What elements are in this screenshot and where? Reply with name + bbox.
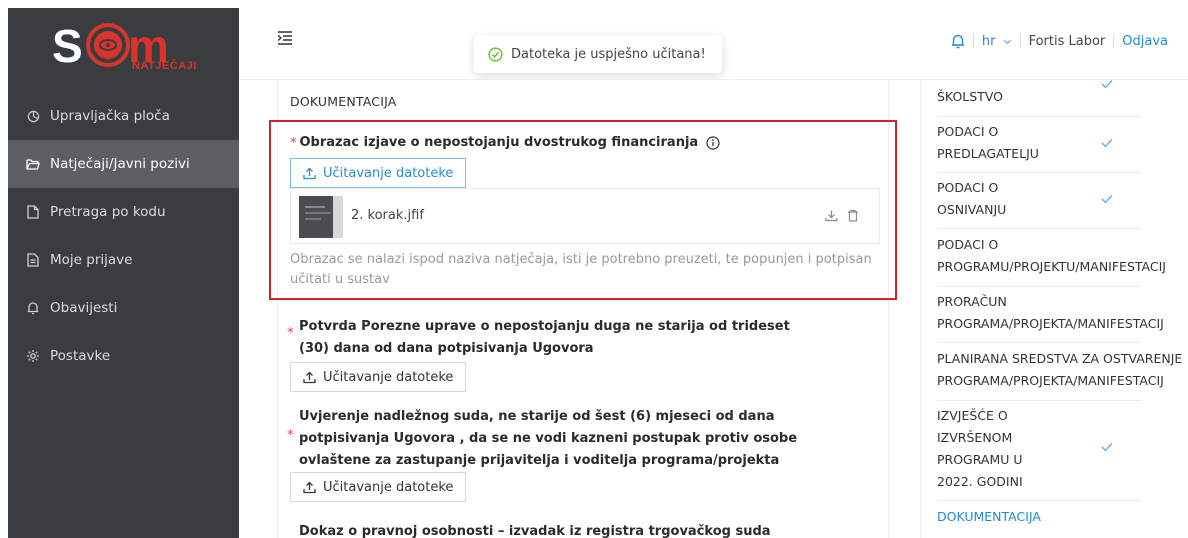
divider xyxy=(937,342,1141,343)
upload-icon xyxy=(303,481,316,494)
step-podaci-predlagatelj[interactable]: PODACI O PREDLAGATELJU xyxy=(937,121,1188,165)
step-label: IZVRŠENOM xyxy=(937,430,1013,445)
chevron-down-icon xyxy=(1003,39,1012,45)
step-label: PROGRAMU/PROJEKTU/MANIFESTACIJ xyxy=(937,259,1166,274)
field-label-line: (30) dana od dana potpisivanja Ugovora xyxy=(299,341,594,356)
bell-icon xyxy=(26,301,40,315)
file-icon xyxy=(26,205,40,219)
field-label-line: Potvrda Porezne uprave o nepostojanju du… xyxy=(299,319,790,334)
step-skolstvo[interactable]: ŠKOLSTVO xyxy=(937,86,1188,108)
check-icon xyxy=(1101,194,1113,204)
step-izvjesce[interactable]: IZVJEŠĆE O IZVRŠENOM PROGRAMU U 2022. GO… xyxy=(937,405,1188,493)
step-proracun[interactable]: PRORAČUN PROGRAMA/PROJEKTA/MANIFESTACIJ xyxy=(937,291,1188,335)
sidebar-item-label: Moje prijave xyxy=(50,252,133,268)
gear-icon xyxy=(26,349,40,363)
upload-button[interactable]: Učitavanje datoteke xyxy=(290,472,467,502)
field-label-line: Dokaz o pravnoj osobnosti – izvadak iz r… xyxy=(299,524,771,538)
step-label: PROGRAMA/PROJEKTA/MANIFESTACIJ xyxy=(937,373,1164,388)
highlight-frame xyxy=(269,120,897,300)
step-planirana-sredstva[interactable]: PLANIRANA SREDSTVA ZA OSTVARENJE PROGRAM… xyxy=(937,348,1188,392)
sidebar-item-pretraga[interactable]: Pretraga po kodu xyxy=(8,188,239,236)
check-icon xyxy=(1101,80,1113,89)
step-podaci-program[interactable]: PODACI O PROGRAMU/PROJEKTU/MANIFESTACIJ xyxy=(937,234,1188,278)
header-actions: hr Fortis Labor Odjava xyxy=(951,33,1168,49)
step-label: PROGRAMA/PROJEKTA/MANIFESTACIJ xyxy=(937,316,1164,331)
sidebar-item-label: Upravljačka ploča xyxy=(50,108,170,124)
step-label: OSNIVANJU xyxy=(937,202,1007,217)
notification-bell-icon[interactable] xyxy=(951,33,965,49)
step-label: ŠKOLSTVO xyxy=(937,89,1003,104)
check-icon xyxy=(1101,138,1113,148)
field-label-line: ovlaštene za zastupanje prijavitelja i v… xyxy=(299,453,780,468)
step-label: 2022. GODINI xyxy=(937,474,1023,489)
top-header: Datoteka je uspješno učitana! hr Fortis … xyxy=(239,0,1188,80)
step-label: PRORAČUN xyxy=(937,294,1007,309)
user-name: Fortis Labor xyxy=(1028,33,1106,49)
steps-panel: ŠKOLSTVO PODACI O PREDLAGATELJU PODACI O… xyxy=(920,80,1188,538)
divider xyxy=(937,228,1141,229)
divider xyxy=(937,172,1141,173)
logout-link[interactable]: Odjava xyxy=(1122,34,1168,49)
sidebar-item-label: Postavke xyxy=(50,348,111,364)
check-icon xyxy=(1101,442,1113,452)
upload-icon xyxy=(303,371,316,384)
folder-open-icon xyxy=(26,157,40,171)
divider xyxy=(972,34,974,48)
step-label: PODACI O xyxy=(937,180,999,195)
step-label: PREDLAGATELJU xyxy=(937,146,1039,161)
app-logo[interactable]: S m NATJEČAJI xyxy=(8,8,239,84)
file-text-icon xyxy=(26,253,40,267)
sidebar-item-moje-prijave[interactable]: Moje prijave xyxy=(8,236,239,284)
step-label: PLANIRANA SREDSTVA ZA OSTVARENJE xyxy=(937,351,1183,366)
sidebar-item-postavke[interactable]: Postavke xyxy=(8,332,239,380)
upload-button-label: Učitavanje datoteke xyxy=(323,369,454,385)
divider xyxy=(937,286,1141,287)
sidebar-item-label: Pretraga po kodu xyxy=(50,204,166,220)
sidebar-item-dashboard[interactable]: Upravljačka ploča xyxy=(8,92,239,140)
language-value: hr xyxy=(981,33,996,49)
sidebar-item-obavijesti[interactable]: Obavijesti xyxy=(8,284,239,332)
toast-message: Datoteka je uspješno učitana! xyxy=(511,46,706,62)
sidebar: S m NATJEČAJI Upravljačka ploča Natječaj… xyxy=(8,8,239,538)
field-label-line: Uvjerenje nadležnog suda, ne starije od … xyxy=(299,409,775,424)
step-label: PODACI O xyxy=(937,237,999,252)
divider xyxy=(937,400,1141,401)
field-label-line: potpisivanja Ugovora , da se ne vodi kaz… xyxy=(299,431,798,446)
svg-text:S: S xyxy=(52,20,83,72)
success-toast: Datoteka je uspješno učitana! xyxy=(474,35,722,73)
menu-toggle-icon[interactable] xyxy=(277,30,295,46)
step-label: PROGRAMU U xyxy=(937,452,1023,467)
step-dokumentacija[interactable]: DOKUMENTACIJA xyxy=(937,506,1188,528)
upload-button-label: Učitavanje datoteke xyxy=(323,479,454,495)
sidebar-nav: Upravljačka ploča Natječaji/Javni pozivi… xyxy=(8,92,239,380)
sidebar-item-label: Natječaji/Javni pozivi xyxy=(50,156,190,172)
sidebar-item-natjecaji[interactable]: Natječaji/Javni pozivi xyxy=(8,140,239,188)
step-label: PODACI O xyxy=(937,124,999,139)
required-marker: * xyxy=(287,326,294,341)
step-podaci-osnivanje[interactable]: PODACI O OSNIVANJU xyxy=(937,177,1188,221)
divider xyxy=(1019,34,1021,48)
language-select[interactable]: hr xyxy=(982,34,1012,49)
divider xyxy=(937,500,1141,501)
dashboard-icon xyxy=(26,109,40,123)
step-label: IZVJEŠĆE O xyxy=(937,408,1008,423)
section-title: DOKUMENTACIJA xyxy=(290,94,397,109)
upload-button[interactable]: Učitavanje datoteke xyxy=(290,362,467,392)
divider xyxy=(937,116,1141,117)
sidebar-item-label: Obavijesti xyxy=(50,300,118,316)
step-label: DOKUMENTACIJA xyxy=(937,509,1041,524)
logo-subtext: NATJEČAJI xyxy=(132,60,197,72)
divider xyxy=(1113,34,1115,48)
required-marker: * xyxy=(287,428,294,443)
check-circle-icon xyxy=(488,46,503,62)
